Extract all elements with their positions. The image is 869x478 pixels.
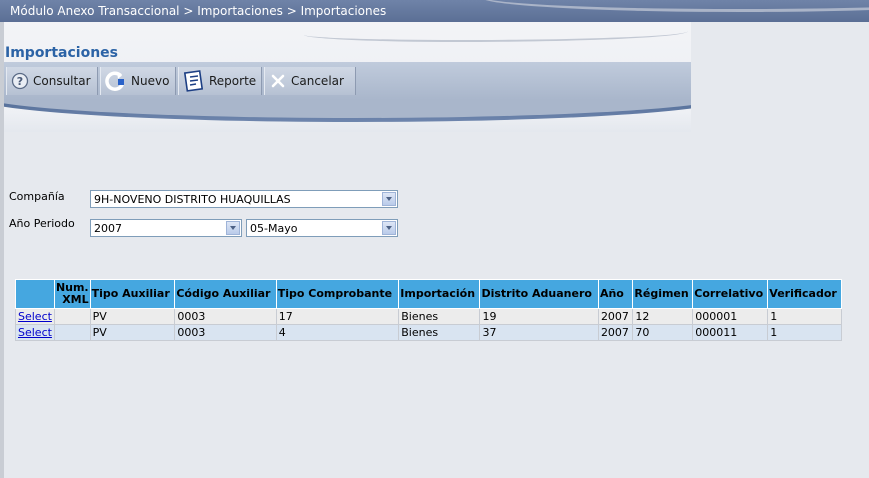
table-row: Select PV 0003 4 Bienes 37 2007 70 00001…: [15, 324, 842, 341]
report-icon: [183, 70, 205, 92]
table-cell: 2007: [597, 308, 634, 325]
column-header: [15, 279, 55, 309]
refresh-icon: [105, 70, 127, 92]
column-header: Importación: [398, 279, 481, 309]
breadcrumb: Módulo Anexo Transaccional > Importacion…: [10, 4, 387, 18]
compania-value: 9H-NOVENO DISTRITO HUAQUILLAS: [94, 193, 291, 206]
table-cell: 19: [479, 308, 599, 325]
table-cell: PV: [89, 308, 176, 325]
table-row: Select PV 0003 17 Bienes 19 2007 12 0000…: [15, 308, 842, 325]
column-header: Régimen: [632, 279, 694, 309]
header-swoosh: [4, 100, 691, 132]
periodo-select[interactable]: 05-Mayo: [246, 219, 398, 237]
cancelar-button[interactable]: Cancelar: [264, 67, 356, 95]
top-bar: Módulo Anexo Transaccional > Importacion…: [0, 0, 869, 22]
compania-select[interactable]: 9H-NOVENO DISTRITO HUAQUILLAS: [90, 190, 398, 208]
table-cell: 000001: [692, 308, 769, 325]
table-cell: 1: [767, 308, 842, 325]
column-header: Tipo Auxiliar: [89, 279, 176, 309]
table-cell: 37: [479, 324, 599, 341]
column-header: Correlativo: [692, 279, 769, 309]
reporte-label: Reporte: [209, 74, 257, 88]
chevron-down-icon: [382, 192, 396, 206]
table-cell: 000011: [692, 324, 769, 341]
reporte-button[interactable]: Reporte: [178, 67, 262, 95]
table-cell: PV: [89, 324, 176, 341]
close-icon: [269, 72, 287, 90]
chevron-down-icon: [226, 221, 240, 235]
nuevo-button[interactable]: Nuevo: [100, 67, 176, 95]
nuevo-label: Nuevo: [131, 74, 170, 88]
compania-label: Compañía: [9, 190, 65, 203]
toolbar: ? Consultar Nuevo Reporte Cancelar: [4, 62, 691, 101]
column-header: Num. XML: [53, 279, 91, 309]
table-cell: 70: [632, 324, 694, 341]
table-cell: 2007: [597, 324, 634, 341]
anio-value: 2007: [94, 222, 122, 235]
consultar-button[interactable]: ? Consultar: [6, 67, 98, 95]
importaciones-table: Num. XML Tipo Auxiliar Código Auxiliar T…: [15, 279, 842, 341]
table-cell: [53, 308, 91, 325]
table-cell: 4: [275, 324, 400, 341]
anio-periodo-label: Año Periodo: [9, 217, 75, 230]
table-cell: Bienes: [398, 308, 481, 325]
column-header: Código Auxiliar: [174, 279, 277, 309]
select-link[interactable]: Select: [18, 326, 52, 339]
anio-select[interactable]: 2007: [90, 219, 242, 237]
column-header: Verificador: [767, 279, 842, 309]
table-cell: 1: [767, 324, 842, 341]
consultar-label: Consultar: [33, 74, 91, 88]
table-cell: [53, 324, 91, 341]
column-header: Año: [597, 279, 634, 309]
table-cell: 17: [275, 308, 400, 325]
table-cell: 0003: [174, 324, 277, 341]
column-header: Tipo Comprobante: [275, 279, 400, 309]
table-cell: Bienes: [398, 324, 481, 341]
svg-text:?: ?: [17, 75, 23, 88]
column-header: Distrito Aduanero: [479, 279, 599, 309]
cancelar-label: Cancelar: [291, 74, 344, 88]
chevron-down-icon: [382, 221, 396, 235]
table-cell: 0003: [174, 308, 277, 325]
table-header-row: Num. XML Tipo Auxiliar Código Auxiliar T…: [15, 279, 842, 309]
select-link[interactable]: Select: [18, 310, 52, 323]
table-cell: 12: [632, 308, 694, 325]
help-icon: ?: [11, 72, 29, 90]
periodo-value: 05-Mayo: [250, 222, 298, 235]
page-title: Importaciones: [5, 45, 118, 61]
